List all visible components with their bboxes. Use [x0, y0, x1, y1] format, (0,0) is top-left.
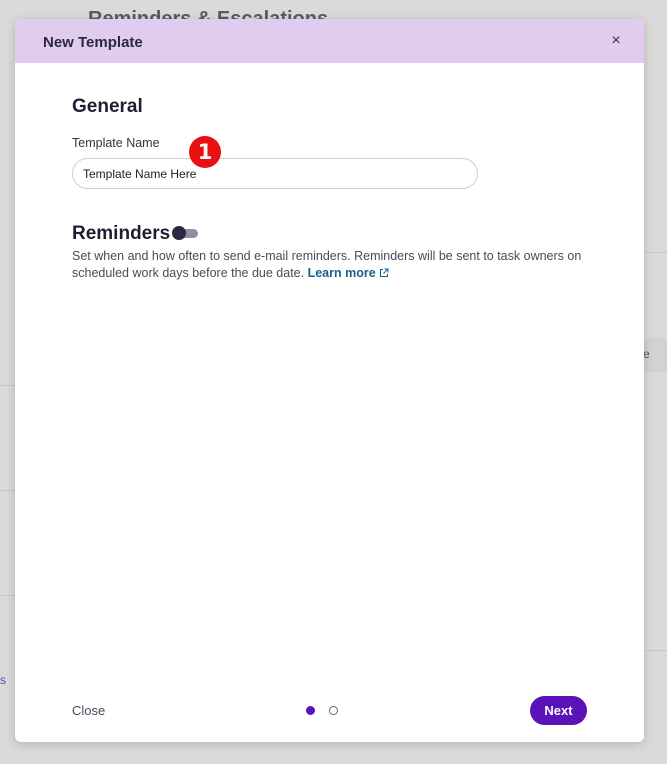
step-dot-2[interactable]: [329, 706, 338, 715]
background-divider: [0, 385, 15, 386]
next-button[interactable]: Next: [530, 696, 587, 725]
template-name-label: Template Name: [72, 136, 160, 150]
template-name-input[interactable]: [72, 158, 478, 189]
background-divider: [645, 252, 667, 253]
learn-more-link[interactable]: Learn more: [308, 266, 389, 280]
new-template-modal: New Template × General Template Name 1 R…: [15, 19, 644, 742]
background-divider: [0, 490, 15, 491]
general-heading: General: [72, 96, 143, 117]
external-link-icon: [379, 266, 389, 283]
background-left-text: s: [0, 673, 6, 687]
reminders-heading: Reminders: [72, 223, 171, 244]
close-icon[interactable]: ×: [606, 30, 626, 52]
background-right-text: e: [643, 347, 650, 361]
toggle-knob: [172, 226, 186, 240]
step-badge: 1: [189, 136, 221, 168]
modal-title: New Template: [43, 34, 143, 51]
background-divider: [0, 595, 15, 596]
background-divider: [645, 650, 667, 651]
close-button[interactable]: Close: [72, 703, 105, 718]
modal-header: New Template ×: [15, 19, 644, 63]
step-dot-1[interactable]: [306, 706, 315, 715]
reminders-description: Set when and how often to send e-mail re…: [72, 248, 602, 283]
reminders-toggle[interactable]: [172, 226, 199, 240]
learn-more-label: Learn more: [307, 266, 376, 280]
